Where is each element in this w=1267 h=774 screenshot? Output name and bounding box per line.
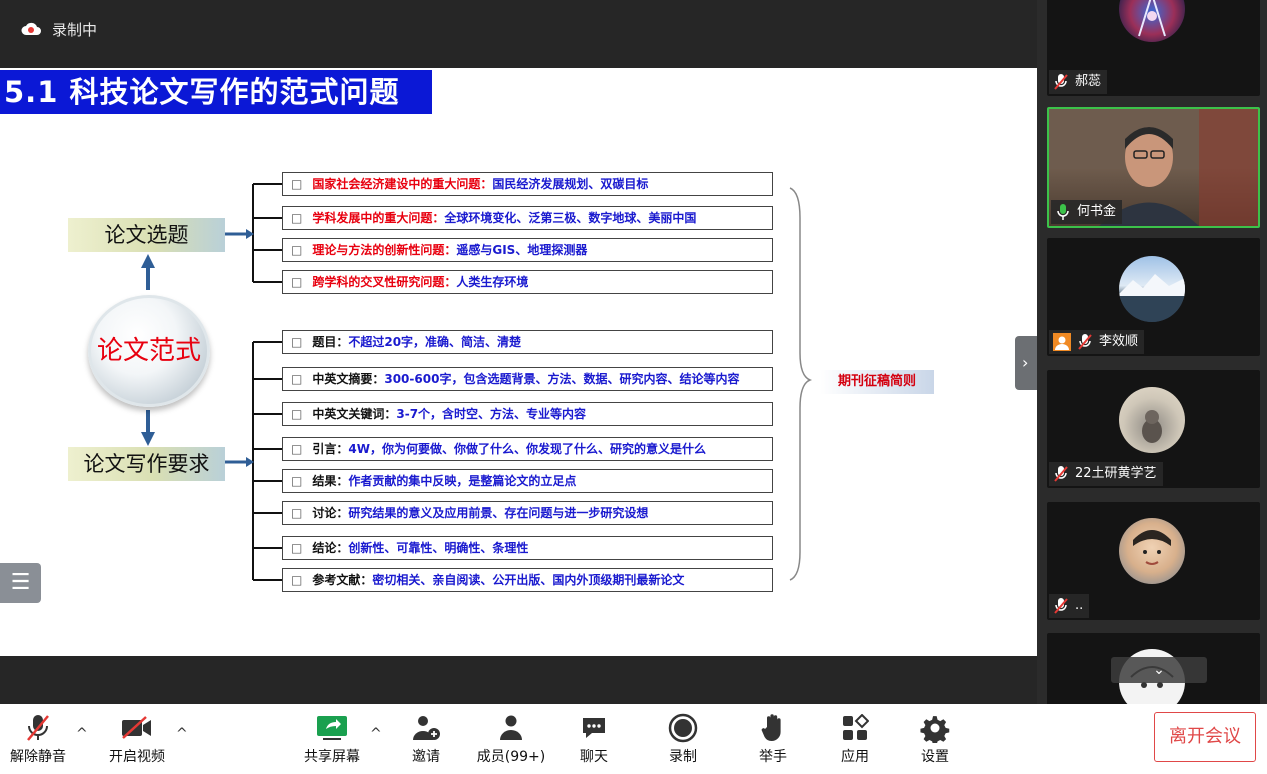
invite-user-icon	[413, 716, 440, 740]
chevron-down-icon: ⌄	[1153, 662, 1165, 678]
raise-hand-label: 举手	[759, 749, 787, 765]
apps-button[interactable]: 应用	[837, 712, 873, 770]
unmute-label: 解除静音	[10, 749, 66, 765]
paradigm-circle: 论文范式	[88, 295, 210, 407]
participant-tile[interactable]: ..	[1047, 502, 1260, 620]
participant-name-chip: 22土研黄学艺	[1049, 462, 1163, 486]
mic-muted-icon	[27, 715, 49, 741]
gear-icon	[920, 716, 950, 743]
chevron-right-icon: ›	[1022, 353, 1029, 372]
recording-bar: 录制中	[0, 0, 1037, 58]
video-options-caret[interactable]: ^	[176, 726, 188, 742]
avatar	[1119, 0, 1185, 42]
video-off-icon	[122, 716, 151, 739]
writing-item: □ 引言：4W，你为何要做、你做了什么、你发现了什么、研究的意义是什么	[282, 437, 773, 461]
settings-button[interactable]: 设置	[917, 712, 953, 770]
participant-name: ..	[1075, 598, 1084, 613]
share-screen-button[interactable]: 共享屏幕	[300, 712, 364, 770]
participant-tile[interactable]: 李效顺	[1047, 238, 1260, 356]
writing-item: □ 结论：创新性、可靠性、明确性、条理性	[282, 536, 773, 560]
participant-tile[interactable]: 22土研黄学艺	[1047, 370, 1260, 488]
recording-indicator[interactable]: 录制中	[20, 20, 98, 39]
list-menu-button[interactable]: ☰	[0, 563, 41, 603]
writing-item: □ 中英文摘要：300-600字，包含选题背景、方法、数据、研究内容、结论等内容	[282, 367, 773, 391]
paradigm-label: 论文范式	[96, 336, 201, 366]
participant-name: 22土研黄学艺	[1075, 466, 1157, 481]
avatar	[1119, 518, 1185, 584]
participant-tile[interactable]: ⌄	[1047, 633, 1260, 704]
share-options-caret[interactable]: ^	[370, 726, 382, 742]
participant-name-chip: 李效顺	[1049, 330, 1145, 354]
raise-hand-button[interactable]: 举手	[755, 712, 791, 770]
recording-label: 录制中	[52, 20, 98, 39]
avatar	[1119, 256, 1185, 322]
writing-requirements-box: 论文写作要求	[68, 447, 225, 481]
chat-button[interactable]: 聊天	[576, 712, 612, 770]
participant-panel: 郝蕊 何书金 李效顺 22土研黄学艺 .. ⌄	[1037, 0, 1267, 704]
settings-label: 设置	[921, 749, 949, 765]
meeting-window: 录制中 5.1 科技论文写作的范式问题 论文选题 论文写作要求 论文范式 □ 国…	[0, 0, 1267, 774]
writing-item: □ 题目：不超过20字，准确、简洁、清楚	[282, 330, 773, 354]
members-icon	[500, 715, 522, 740]
screen-share-area: 录制中 5.1 科技论文写作的范式问题 论文选题 论文写作要求 论文范式 □ 国…	[0, 0, 1037, 704]
members-button[interactable]: 成员(99+)	[474, 712, 548, 770]
start-video-button[interactable]: 开启视频	[104, 712, 170, 770]
chat-label: 聊天	[580, 749, 608, 765]
invite-button[interactable]: 邀请	[404, 712, 448, 770]
apps-icon	[843, 714, 869, 740]
share-screen-label: 共享屏幕	[304, 749, 360, 765]
hand-icon	[761, 714, 781, 742]
participant-name-chip: 郝蕊	[1049, 70, 1108, 94]
unmute-button[interactable]: 解除静音	[6, 712, 70, 770]
list-icon: ☰	[10, 570, 31, 595]
user-avatar-icon	[1053, 333, 1071, 351]
record-label: 录制	[669, 749, 697, 765]
participant-name: 郝蕊	[1075, 74, 1102, 89]
invite-label: 邀请	[412, 749, 440, 765]
mic-muted-icon	[1054, 74, 1068, 90]
cloud-record-icon	[21, 22, 41, 35]
apps-label: 应用	[841, 749, 869, 765]
topic-item: □ 跨学科的交叉性研究问题：人类生存环境	[282, 270, 773, 294]
mic-muted-icon	[1078, 334, 1092, 350]
chat-icon	[583, 718, 605, 738]
mic-active-icon	[1057, 204, 1069, 220]
members-label: 成员(99+)	[476, 749, 546, 765]
participant-name-chip: ..	[1049, 594, 1090, 618]
audio-options-caret[interactable]: ^	[76, 726, 88, 742]
scroll-down-button[interactable]: ⌄	[1111, 657, 1207, 683]
mic-muted-icon	[1054, 466, 1068, 482]
participant-name: 何书金	[1077, 204, 1117, 219]
writing-item: □ 讨论：研究结果的意义及应用前景、存在问题与进一步研究设想	[282, 501, 773, 525]
topic-item: □ 学科发展中的重大问题：全球环境变化、泛第三极、数字地球、美丽中国	[282, 206, 773, 230]
topic-selection-box: 论文选题	[68, 218, 225, 252]
topic-item: □ 国家社会经济建设中的重大问题：国民经济发展规划、双碳目标	[282, 172, 773, 196]
mic-muted-icon	[1054, 598, 1068, 614]
topic-item: □ 理论与方法的创新性问题：遥感与GIS、地理探测器	[282, 238, 773, 262]
writing-item: □ 结果：作者贡献的集中反映，是整篇论文的立足点	[282, 469, 773, 493]
writing-item: □ 中英文关键词：3-7个，含时空、方法、专业等内容	[282, 402, 773, 426]
participant-tile-active[interactable]: 何书金	[1047, 107, 1260, 228]
writing-item: □ 参考文献：密切相关、亲自阅读、公开出版、国内外顶级期刊最新论文	[282, 568, 773, 592]
share-area-footer	[0, 656, 1037, 704]
leave-meeting-button[interactable]: 离开会议	[1154, 712, 1256, 762]
participant-name: 李效顺	[1099, 334, 1139, 349]
record-button[interactable]: 录制	[665, 712, 701, 770]
start-video-label: 开启视频	[109, 749, 165, 765]
record-icon	[668, 713, 698, 743]
presentation-slide: 5.1 科技论文写作的范式问题 论文选题 论文写作要求 论文范式 □ 国家社会经…	[0, 68, 1037, 656]
meeting-toolbar: 解除静音 ^ 开启视频 ^ 共享屏幕 ^ 邀请 成员(99+) 聊天 录制 举手…	[0, 704, 1267, 774]
journal-guidelines-box: 期刊征稿简则	[820, 370, 934, 394]
participant-tile[interactable]: 郝蕊	[1047, 0, 1260, 96]
avatar	[1119, 387, 1185, 453]
participant-name-chip: 何书金	[1051, 200, 1123, 224]
share-screen-icon	[317, 716, 347, 740]
